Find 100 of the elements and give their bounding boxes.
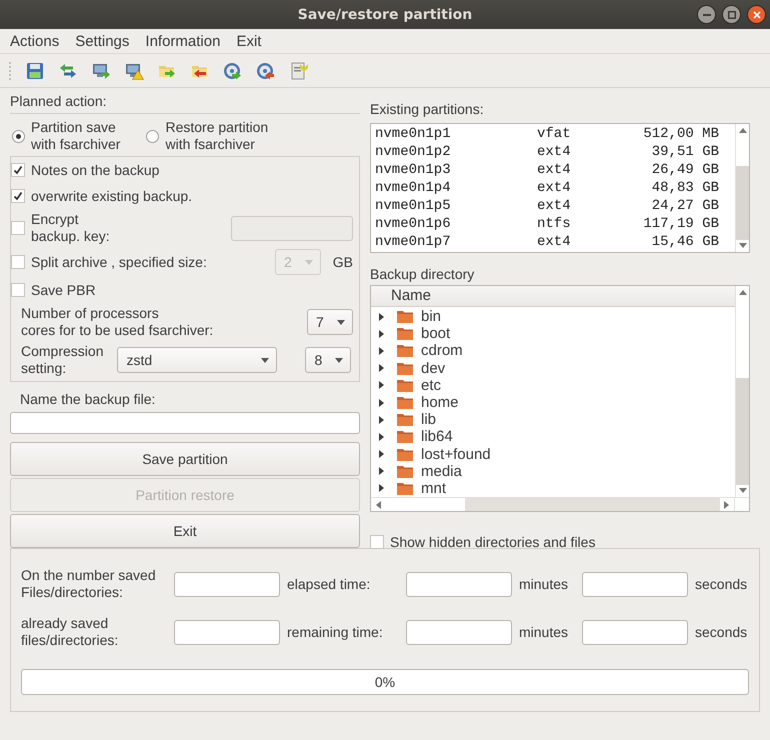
section-label: Existing partitions: <box>370 100 485 118</box>
list-item[interactable]: nvme0n1p1 vfat 512,00 MB <box>375 125 731 143</box>
seconds-field[interactable] <box>582 620 688 644</box>
folder-name[interactable]: lost+found <box>421 446 491 463</box>
unit-label: seconds <box>695 576 748 592</box>
cores-dropdown[interactable]: 7 <box>307 309 353 335</box>
menu-item[interactable]: Settings <box>75 30 130 52</box>
expander-icon[interactable] <box>377 484 385 492</box>
unit-label: minutes <box>519 624 570 640</box>
scroll-left-icon[interactable] <box>376 500 381 508</box>
folder-name[interactable]: cdrom <box>421 342 463 360</box>
minimize-button[interactable] <box>697 5 716 24</box>
column-header[interactable]: Name <box>371 286 735 307</box>
menu-item[interactable]: Information <box>145 30 220 52</box>
checkbox[interactable] <box>11 283 25 297</box>
expander-icon[interactable] <box>377 416 385 424</box>
folder-name[interactable]: bin <box>421 308 442 326</box>
radio-button[interactable] <box>12 130 25 142</box>
checkmark-icon <box>13 191 23 201</box>
document-arrow-icon[interactable] <box>289 60 309 80</box>
scroll-down-icon[interactable] <box>738 243 746 248</box>
scrollbar-thumb[interactable] <box>465 498 720 511</box>
minutes-field[interactable] <box>406 620 512 644</box>
section-label: Backup directory <box>370 265 476 283</box>
checkbox-label[interactable]: Encrypt backup. key: <box>31 211 225 245</box>
folder-name[interactable]: home <box>421 394 459 412</box>
count-field[interactable] <box>174 620 280 644</box>
expander-icon[interactable] <box>377 467 385 476</box>
compression-dropdown[interactable]: zstd <box>117 347 278 373</box>
scroll-up-icon[interactable] <box>738 290 746 295</box>
folder-icon <box>396 378 414 393</box>
expander-icon[interactable] <box>377 330 385 338</box>
expander-icon[interactable] <box>377 346 385 355</box>
push-button[interactable]: Save partition <box>10 442 360 476</box>
close-button[interactable] <box>747 5 766 24</box>
field-label: remaining time: <box>287 624 384 640</box>
checkbox-label[interactable]: Split archive , specified size: <box>31 254 269 270</box>
radio-label[interactable]: Restore partition with fsarchiver <box>165 119 268 153</box>
folder-icon <box>396 464 414 479</box>
toolbar-handle[interactable] <box>8 60 12 80</box>
field-label: elapsed time: <box>287 576 372 592</box>
maximize-button[interactable] <box>722 5 741 24</box>
checkbox[interactable] <box>11 189 25 203</box>
folder-icon <box>396 412 414 428</box>
scrollbar-thumb[interactable] <box>736 166 749 240</box>
list-item[interactable]: nvme0n1p2 ext4 39,51 GB <box>375 143 731 161</box>
folder-name[interactable]: media <box>421 462 462 480</box>
folder-name[interactable]: boot <box>421 325 450 342</box>
field-label: On the number saved Files/directories: <box>21 567 157 601</box>
field-label: Compression setting: <box>21 343 104 377</box>
expander-icon[interactable] <box>377 450 385 458</box>
expander-icon[interactable] <box>377 364 385 372</box>
checkbox-label[interactable]: Notes on the backup <box>31 162 353 178</box>
expander-icon[interactable] <box>377 381 385 390</box>
folder-icon <box>396 395 414 410</box>
radio-button[interactable] <box>146 130 160 142</box>
maximize-icon <box>728 10 736 18</box>
list-item[interactable]: nvme0n1p5 ext4 24,27 GB <box>375 197 731 215</box>
count-field[interactable] <box>174 572 280 596</box>
push-button[interactable]: Exit <box>10 514 360 548</box>
caret-icon <box>261 358 270 362</box>
scroll-right-icon[interactable] <box>724 500 729 508</box>
scrollbar[interactable] <box>735 286 749 497</box>
input-field[interactable] <box>10 412 360 434</box>
checkbox[interactable] <box>11 255 25 269</box>
radio-label[interactable]: Partition save with fsarchiver <box>31 119 120 153</box>
list-item[interactable]: nvme0n1p6 ntfs 117,19 GB <box>375 215 731 233</box>
scrollbar[interactable] <box>735 124 749 252</box>
folder-name[interactable]: lib64 <box>421 428 453 446</box>
checkbox-label[interactable]: Save PBR <box>31 282 353 298</box>
folder-name[interactable]: dev <box>421 360 446 377</box>
level-dropdown[interactable]: 8 <box>305 347 352 373</box>
scrollbar-thumb[interactable] <box>736 378 749 485</box>
checkbox[interactable] <box>370 535 384 549</box>
folder-name[interactable]: lib <box>421 411 436 428</box>
scroll-down-icon[interactable] <box>738 488 746 493</box>
checkbox-label[interactable]: Show hidden directories and files <box>390 534 596 550</box>
checkbox-label[interactable]: overwrite existing backup. <box>31 188 353 204</box>
unit-label: minutes <box>519 576 570 592</box>
seconds-field[interactable] <box>582 572 688 596</box>
checkbox[interactable] <box>11 221 25 235</box>
list-item[interactable]: nvme0n1p4 ext4 48,83 GB <box>375 179 731 197</box>
folder-icon <box>396 480 414 496</box>
checkbox[interactable] <box>11 163 25 177</box>
folder-name[interactable]: etc <box>421 376 442 394</box>
field-label: already saved files/directories: <box>21 615 120 649</box>
minutes-field[interactable] <box>406 572 512 596</box>
folder-icon <box>396 429 414 444</box>
folder-name[interactable]: mnt <box>421 480 446 497</box>
menu-item[interactable]: Actions <box>10 30 60 52</box>
expander-icon[interactable] <box>377 432 385 441</box>
menu-item[interactable]: Exit <box>236 30 262 52</box>
unit-label: seconds <box>695 624 748 640</box>
expander-icon[interactable] <box>377 398 385 407</box>
list-item[interactable]: nvme0n1p3 ext4 26,49 GB <box>375 161 731 179</box>
floppy-icon[interactable] <box>25 60 45 80</box>
expander-icon[interactable] <box>377 312 385 321</box>
window-title: Save/restore partition <box>298 6 472 22</box>
scroll-up-icon[interactable] <box>738 128 746 133</box>
list-item[interactable]: nvme0n1p7 ext4 15,46 GB <box>375 233 731 251</box>
